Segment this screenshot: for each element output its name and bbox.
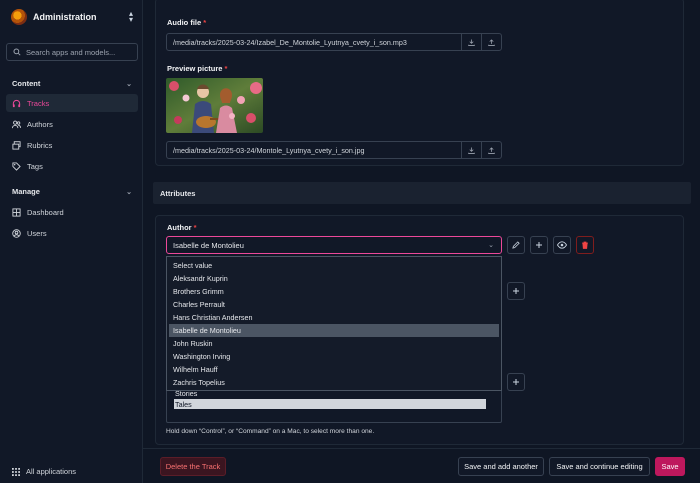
plus-icon (536, 242, 542, 248)
app-logo (11, 9, 27, 25)
dropdown-option[interactable]: Select value (169, 259, 499, 272)
multiselect-option-selected[interactable]: Tales (174, 399, 486, 409)
author-dropdown-list: Select value Aleksandr Kuprin Brothers G… (166, 256, 502, 391)
download-icon[interactable] (461, 34, 481, 50)
section-label: Manage (12, 187, 40, 196)
sidebar-item-rubrics[interactable]: Rubrics (6, 136, 138, 154)
all-applications-link[interactable]: All applications (12, 467, 76, 476)
grid-icon (12, 207, 21, 217)
add-related-button[interactable] (507, 282, 525, 300)
chevron-updown-icon: ▴ ▾ (128, 9, 133, 24)
upload-icon[interactable] (481, 142, 501, 158)
all-applications-label: All applications (26, 467, 77, 476)
app-switcher[interactable]: Administration ▴ ▾ (11, 8, 133, 26)
save-and-continue-button[interactable]: Save and continue editing (549, 457, 650, 476)
author-selected-value: Isabelle de Montolieu (173, 240, 244, 250)
sidebar-item-label: Rubrics (27, 140, 53, 150)
add-related-button[interactable] (507, 373, 525, 391)
dropdown-option[interactable]: Wilhelm Hauff (169, 363, 499, 376)
trash-icon (582, 241, 588, 249)
tag-icon (12, 161, 21, 171)
preview-image (166, 78, 263, 133)
stack-icon (12, 140, 21, 150)
sidebar-item-authors[interactable]: Authors (6, 115, 138, 133)
download-icon[interactable] (461, 142, 481, 158)
audio-file-label: Audio file * (167, 18, 207, 27)
preview-picture-field[interactable]: /media/tracks/2025-03-24/Montole_Lyutnya… (166, 141, 502, 159)
headphones-icon (12, 99, 21, 107)
sidebar: Administration ▴ ▾ Search apps and models… (0, 0, 143, 483)
section-content[interactable]: Content ⌄ (12, 79, 132, 88)
preview-picture-label: Preview picture * (167, 64, 228, 73)
sidebar-item-tags[interactable]: Tags (6, 157, 138, 175)
save-and-add-another-button[interactable]: Save and add another (458, 457, 544, 476)
sidebar-item-users[interactable]: Users (6, 224, 138, 242)
apps-grid-icon (12, 467, 20, 476)
dropdown-option[interactable]: Charles Perrault (169, 298, 499, 311)
dropdown-option[interactable]: John Ruskin (169, 337, 499, 350)
user-circle-icon (12, 228, 21, 238)
audio-file-path: /media/tracks/2025-03-24/Izabel_De_Monto… (173, 37, 407, 47)
sidebar-item-label: Authors (27, 119, 53, 129)
chevron-down-icon: ⌄ (488, 242, 494, 249)
multiselect-help-text: Hold down “Control”, or “Command” on a M… (166, 428, 375, 435)
search-placeholder: Search apps and models... (26, 47, 116, 57)
sidebar-item-dashboard[interactable]: Dashboard (6, 203, 138, 221)
dropdown-option[interactable]: Aleksandr Kuprin (169, 272, 499, 285)
section-label: Content (12, 79, 41, 88)
author-label: Author * (167, 223, 197, 232)
delete-author-button[interactable] (576, 236, 594, 254)
audio-file-field[interactable]: /media/tracks/2025-03-24/Izabel_De_Monto… (166, 33, 502, 51)
sidebar-item-tracks[interactable]: Tracks (6, 94, 138, 112)
author-select[interactable]: Isabelle de Montolieu ⌄ (166, 236, 502, 254)
edit-author-button[interactable] (507, 236, 525, 254)
upload-icon[interactable] (481, 34, 501, 50)
chevron-down-icon: ⌄ (126, 80, 132, 88)
app-title: Administration (33, 12, 97, 22)
plus-icon (513, 288, 519, 294)
search-icon (13, 48, 21, 56)
sidebar-item-label: Tags (27, 161, 43, 171)
users-icon (12, 120, 21, 128)
delete-track-button[interactable]: Delete the Track (160, 457, 226, 476)
dropdown-option[interactable]: Zachris Topelius (169, 376, 499, 389)
section-manage[interactable]: Manage ⌄ (12, 187, 132, 196)
eye-icon (557, 241, 567, 249)
view-author-button[interactable] (553, 236, 571, 254)
attributes-heading: Attributes (153, 182, 691, 204)
sidebar-item-label: Tracks (27, 98, 50, 108)
dropdown-option[interactable]: Hans Christian Andersen (169, 311, 499, 324)
search-input[interactable]: Search apps and models... (6, 43, 138, 61)
add-author-button[interactable] (530, 236, 548, 254)
dropdown-option[interactable]: Brothers Grimm (169, 285, 499, 298)
pencil-icon (512, 241, 520, 249)
save-button[interactable]: Save (655, 457, 685, 476)
dropdown-option[interactable]: Washington Irving (169, 350, 499, 363)
dropdown-option-selected[interactable]: Isabelle de Montolieu (169, 324, 499, 337)
chevron-down-icon: ⌄ (126, 188, 132, 196)
plus-icon (513, 379, 519, 385)
sidebar-item-label: Users (27, 228, 47, 238)
sidebar-item-label: Dashboard (27, 207, 64, 217)
preview-picture-path: /media/tracks/2025-03-24/Montole_Lyutnya… (173, 145, 365, 155)
